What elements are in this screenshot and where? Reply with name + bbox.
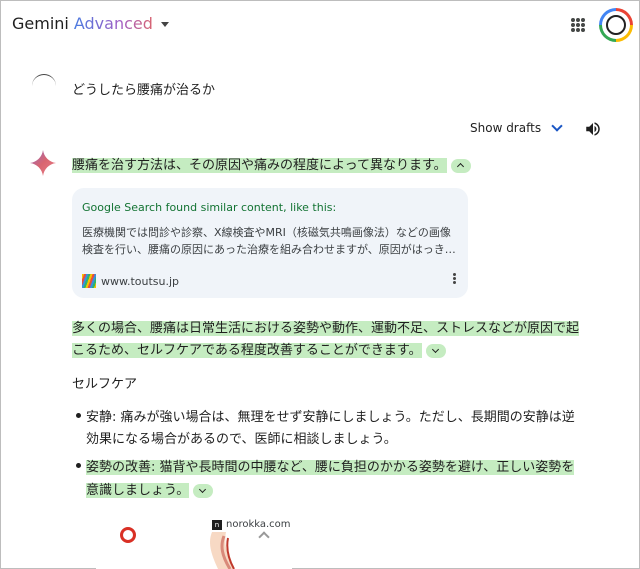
brand-name: Gemini — [12, 14, 69, 33]
source-card-snippet: 医療機関では問診や診察、X線検査やMRI（核磁気共鳴画像法）などの画像 検査を行… — [82, 224, 458, 258]
apps-grid-icon[interactable] — [571, 18, 585, 32]
image-source-label: norokka.com — [226, 519, 291, 530]
intro-text: 腰痛を治す方法は、その原因や痛みの程度によって異なります。 — [72, 158, 447, 173]
account-avatar[interactable] — [599, 8, 633, 42]
bullet-dot — [76, 463, 81, 468]
more-vert-icon[interactable] — [453, 272, 457, 285]
snippet-line: 医療機関では問診や診察、X線検査やMRI（核磁気共鳴画像法）などの画像 — [82, 226, 451, 239]
top-bar: Gemini Advanced — [0, 0, 640, 52]
paragraph-line: 多くの場合、腰痛は日常生活における姿勢や動作、運動不足、ストレスなどが原因で起 — [72, 317, 580, 336]
source-card-title: Google Search found similar content, lik… — [82, 201, 337, 214]
show-drafts-label: Show drafts — [470, 121, 542, 135]
site-favicon-icon — [82, 274, 96, 288]
paragraph-line: こるため、セルフケアである程度改善することができます。 — [72, 339, 446, 358]
bullet-dot — [76, 413, 81, 418]
source-site: www.toutsu.jp — [101, 274, 180, 288]
gemini-spark-icon — [30, 150, 56, 180]
bullet-text: 姿勢の改善: 猫背や長時間の中腰など、腰に負担のかかる姿勢を避け、正しい姿勢を — [86, 460, 575, 475]
site-logo-icon: n — [212, 519, 222, 530]
user-avatar — [32, 74, 56, 98]
paragraph-text: こるため、セルフケアである程度改善することができます。 — [72, 343, 422, 358]
bullet-line: 安静: 痛みが強い場合は、無理をせず安静にしましょう。ただし、長期間の安静は逆 — [86, 410, 575, 425]
expand-source-chevron-icon[interactable] — [193, 483, 214, 498]
model-switcher[interactable]: Gemini Advanced — [12, 14, 169, 33]
source-card[interactable]: Google Search found similar content, lik… — [72, 188, 468, 298]
paragraph-text: 多くの場合、腰痛は日常生活における姿勢や動作、運動不足、ストレスなどが原因で起 — [72, 321, 580, 336]
section-heading: セルフケア — [72, 377, 138, 392]
expand-source-chevron-icon[interactable] — [425, 343, 446, 358]
circle-mark-icon — [120, 527, 136, 543]
show-drafts-button[interactable]: Show drafts — [470, 120, 563, 135]
speaker-icon[interactable] — [584, 120, 602, 142]
source-link[interactable]: www.toutsu.jp — [82, 274, 179, 288]
bullet-line: 意識しましょう。 — [86, 479, 214, 498]
bullet-text: 意識しましょう。 — [86, 483, 190, 498]
bullet-line: 効果になる場合があるので、医師に相談しましょう。 — [86, 432, 397, 447]
brand-tier: Advanced — [73, 14, 153, 33]
response-intro: 腰痛を治す方法は、その原因や痛みの程度によって異なります。 — [72, 154, 471, 173]
image-source[interactable]: n norokka.com — [212, 519, 291, 530]
chevron-down-icon — [551, 120, 563, 132]
collapse-source-chevron-icon[interactable] — [450, 158, 471, 173]
spine-illustration-icon — [210, 532, 235, 569]
caret-down-icon — [160, 22, 169, 27]
user-prompt: どうしたら腰痛が治るか — [72, 83, 216, 98]
bullet-line: 姿勢の改善: 猫背や長時間の中腰など、腰に負担のかかる姿勢を避け、正しい姿勢を — [86, 456, 575, 475]
snippet-line: 検査を行い、腰痛の原因にあった治療を組み合わせますが、原因がはっき… — [82, 243, 456, 256]
